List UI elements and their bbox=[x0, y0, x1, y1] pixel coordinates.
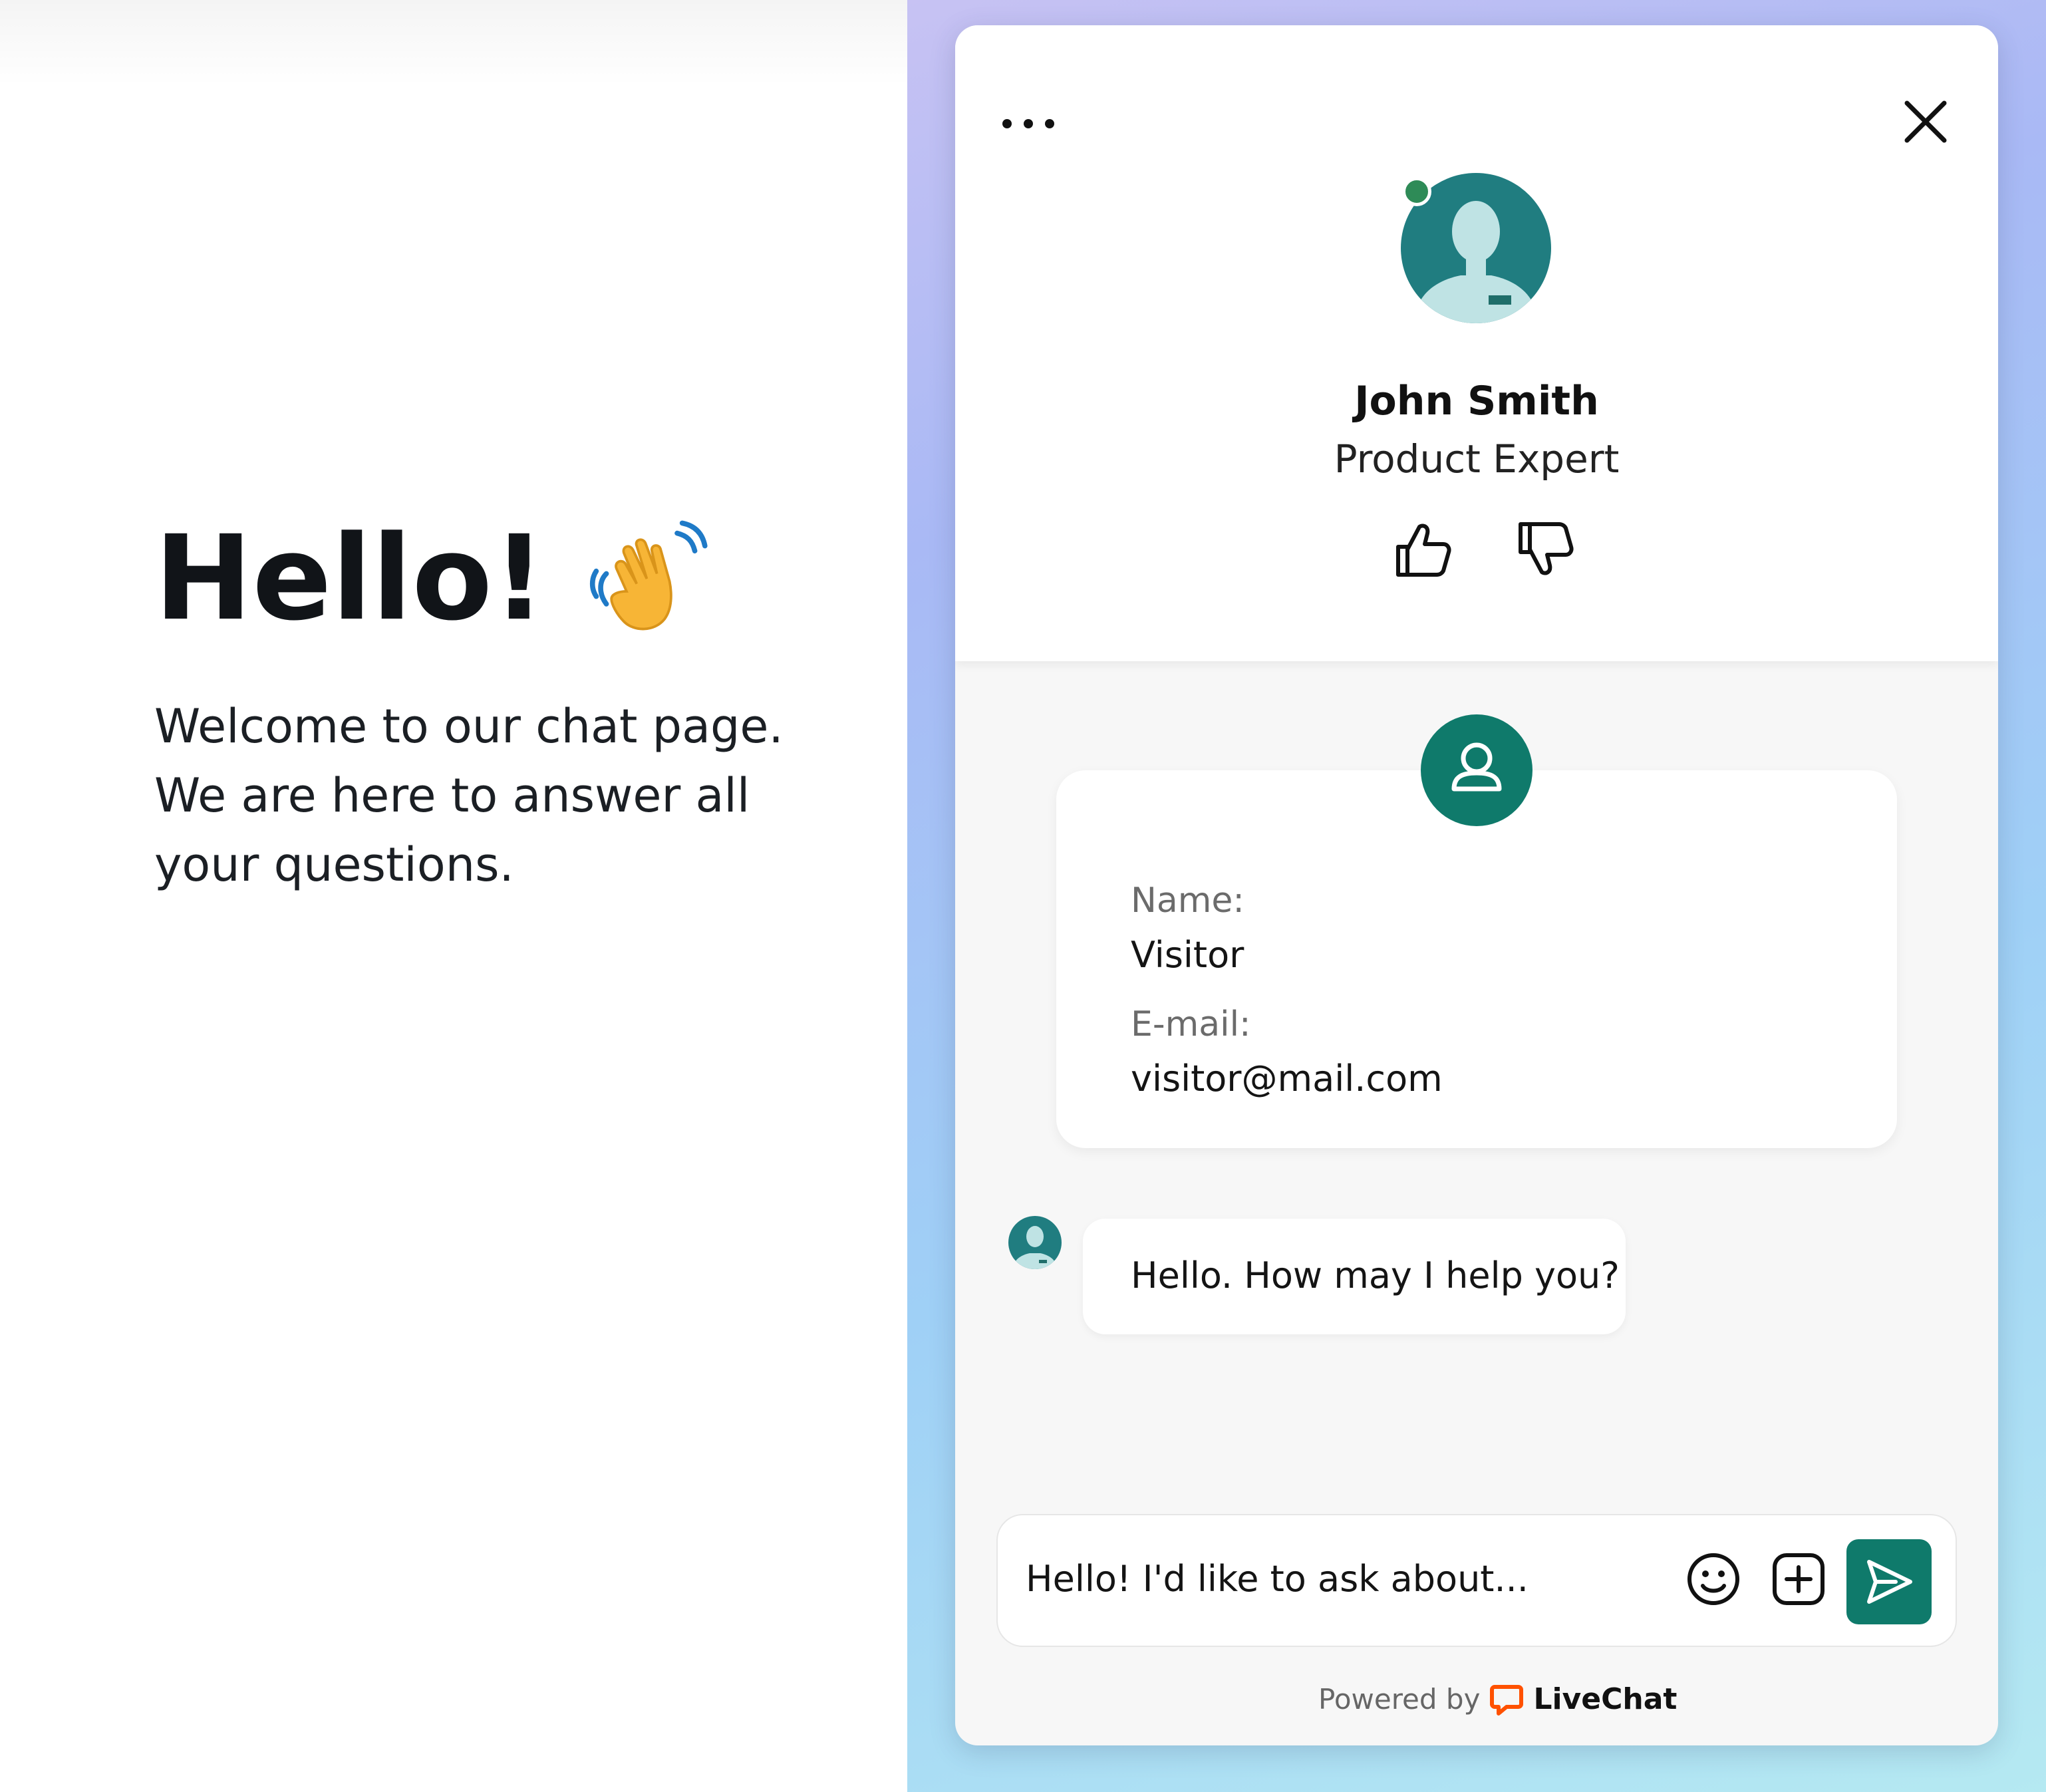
close-icon[interactable] bbox=[1896, 92, 1956, 152]
name-value: Visitor bbox=[1131, 934, 1244, 976]
email-value: visitor@mail.com bbox=[1131, 1058, 1443, 1100]
page-title-text: Hello! bbox=[154, 510, 546, 647]
message-agent-avatar bbox=[1008, 1216, 1062, 1269]
more-options-icon[interactable] bbox=[995, 97, 1062, 150]
chat-header bbox=[955, 25, 1998, 661]
livechat-logo-icon bbox=[1490, 1685, 1524, 1716]
agent-role: Product Expert bbox=[1334, 436, 1620, 482]
chat-widget: John Smith Product Expert Name: Visitor … bbox=[955, 25, 1998, 1745]
powered-by-footer[interactable]: Powered by LiveChat bbox=[1318, 1682, 1677, 1716]
welcome-section: Hello! Welcome to our chat page. We are … bbox=[154, 506, 819, 899]
thumbs-down-icon[interactable] bbox=[1514, 518, 1578, 581]
online-status-indicator bbox=[1402, 177, 1431, 206]
message-input[interactable] bbox=[1024, 1551, 1652, 1606]
page-top-shadow bbox=[0, 0, 907, 86]
send-button[interactable] bbox=[1846, 1539, 1932, 1624]
email-label: E-mail: bbox=[1131, 1004, 1251, 1044]
name-label: Name: bbox=[1131, 881, 1244, 921]
agent-name: John Smith bbox=[1354, 378, 1599, 424]
page-title: Hello! bbox=[154, 506, 819, 652]
powered-by-text: Powered by bbox=[1318, 1682, 1481, 1716]
livechat-brand: LiveChat bbox=[1533, 1682, 1678, 1716]
thumbs-up-icon[interactable] bbox=[1391, 518, 1455, 581]
visitor-form-icon-badge bbox=[1421, 714, 1533, 826]
waving-hand-icon bbox=[589, 520, 708, 631]
user-icon bbox=[1451, 742, 1502, 792]
message-text: Hello. How may I help you? bbox=[1131, 1255, 1620, 1296]
emoji-icon[interactable] bbox=[1684, 1550, 1743, 1608]
add-attachment-icon[interactable] bbox=[1769, 1550, 1828, 1608]
send-icon bbox=[1867, 1560, 1912, 1604]
welcome-text: Welcome to our chat page. We are here to… bbox=[154, 699, 784, 892]
